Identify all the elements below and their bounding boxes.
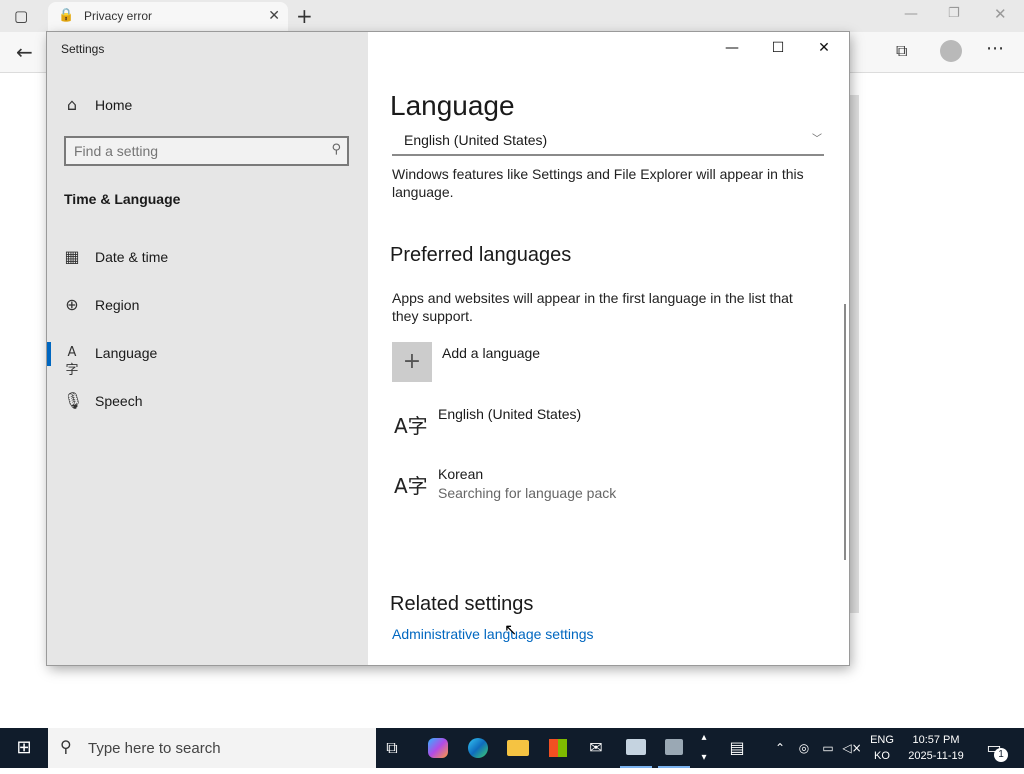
administrative-language-settings-link[interactable]: Administrative language settings xyxy=(392,626,594,642)
microphone-icon: 🎙 xyxy=(63,391,84,410)
page-title: Language xyxy=(390,90,515,121)
sidebar-item-home[interactable]: ⌂ Home xyxy=(47,86,368,126)
globe-icon: ⊕ xyxy=(65,295,79,314)
clock-date: 2025-11-19 xyxy=(908,750,964,762)
find-setting-search[interactable]: ⚲ xyxy=(64,136,349,166)
tab-actions-icon[interactable]: ▢ xyxy=(14,7,28,25)
sidebar-item-label: Speech xyxy=(95,393,143,409)
back-icon[interactable]: ← xyxy=(16,40,33,64)
tab-close-icon[interactable]: ✕ xyxy=(268,8,280,24)
sidebar-item-language[interactable]: A字 Language xyxy=(47,334,368,378)
news-widget-icon[interactable]: ▤ xyxy=(720,728,754,768)
sidebar-home-label: Home xyxy=(95,97,133,113)
window-minimize-button[interactable]: — xyxy=(709,32,755,64)
search-icon: ⚲ xyxy=(60,737,72,756)
window-close-button[interactable]: ✕ xyxy=(801,32,847,64)
browser-close-icon[interactable]: ✕ xyxy=(994,5,1007,23)
taskbar-scroll-icon[interactable]: ▴ ▾ xyxy=(696,728,712,768)
sidebar-item-label: Region xyxy=(95,297,140,313)
chevron-down-icon: ﹀ xyxy=(812,134,822,145)
settings-sidebar: Settings ⌂ Home ⚲ Time & Language ▦ Date… xyxy=(47,32,368,665)
language-name: English (United States) xyxy=(438,406,582,422)
browser-page-scrollbar xyxy=(848,95,859,613)
sidebar-item-region[interactable]: ⊕ Region xyxy=(47,286,368,326)
sidebar-section-heading: Time & Language xyxy=(64,191,181,207)
main-scrollbar[interactable] xyxy=(844,304,846,560)
language-icon: A字 xyxy=(65,345,79,378)
app-icon-2[interactable] xyxy=(658,728,690,768)
lang-top: ENG xyxy=(870,734,894,746)
store-icon[interactable] xyxy=(542,728,574,768)
browser-tab-bar: ▢ 🔒 Privacy error ✕ + — ❐ ✕ xyxy=(0,0,1024,32)
settings-window: Settings ⌂ Home ⚲ Time & Language ▦ Date… xyxy=(47,32,849,665)
sidebar-item-label: Language xyxy=(95,345,158,361)
tab-title: Privacy error xyxy=(84,9,153,23)
sidebar-item-label: Date & time xyxy=(95,249,169,265)
add-language-label: Add a language xyxy=(442,345,541,361)
sidebar-item-date-time[interactable]: ▦ Date & time xyxy=(47,238,368,278)
window-title: Settings xyxy=(61,42,105,56)
app-icon-1[interactable] xyxy=(620,728,652,768)
input-language-indicator[interactable]: ENG KO xyxy=(866,728,898,768)
browser-restore-icon[interactable]: ❐ xyxy=(948,6,960,21)
more-options-icon[interactable]: ⋯ xyxy=(986,38,1004,59)
show-hidden-icons[interactable]: ⌃ xyxy=(770,728,790,768)
mouse-cursor-icon: ↖ xyxy=(504,620,518,639)
calendar-clock-icon: ▦ xyxy=(64,247,80,266)
taskbar: ⊞ ⚲ Type here to search ⧉ ✉ ▴ ▾ ▤ ⌃ ◎ ▭ ◁… xyxy=(0,728,1024,768)
mail-icon[interactable]: ✉ xyxy=(580,728,612,768)
file-explorer-icon[interactable] xyxy=(502,728,534,768)
new-tab-icon[interactable]: + xyxy=(296,4,313,28)
search-input[interactable] xyxy=(74,142,314,160)
language-icon: A字 xyxy=(394,414,428,438)
start-button[interactable]: ⊞ xyxy=(0,728,48,768)
edge-icon[interactable] xyxy=(462,728,494,768)
clock-time: 10:57 PM xyxy=(912,734,960,746)
language-item-english[interactable]: A字 English (United States) xyxy=(392,404,832,454)
collections-icon[interactable]: ⧉ xyxy=(896,41,907,61)
privacy-error-icon: 🔒 xyxy=(58,8,75,23)
home-icon: ⌂ xyxy=(66,95,78,114)
preferred-languages-description: Apps and websites will appear in the fir… xyxy=(392,290,793,324)
notification-badge: 1 xyxy=(994,748,1008,762)
volume-muted-icon[interactable]: ◁× xyxy=(842,728,862,768)
network-icon[interactable]: ▭ xyxy=(818,728,838,768)
related-settings-heading: Related settings xyxy=(390,593,534,615)
task-view-icon[interactable]: ⧉ xyxy=(376,728,408,768)
clock[interactable]: 10:57 PM 2025-11-19 xyxy=(900,728,972,768)
profile-avatar[interactable] xyxy=(940,40,962,62)
add-language-button[interactable]: + Add a language xyxy=(392,342,692,384)
language-item-korean[interactable]: A字 Korean Searching for language pack xyxy=(392,464,832,514)
language-status: Searching for language pack xyxy=(438,485,617,501)
display-language-description: Windows features like Settings and File … xyxy=(392,166,804,200)
window-maximize-button[interactable]: ☐ xyxy=(755,32,801,64)
taskbar-search-placeholder: Type here to search xyxy=(88,740,221,757)
display-language-dropdown[interactable]: English (United States) ﹀ xyxy=(392,128,824,156)
copilot-icon[interactable] xyxy=(422,728,454,768)
preferred-languages-heading: Preferred languages xyxy=(390,244,572,266)
taskbar-search-box[interactable]: ⚲ Type here to search xyxy=(48,728,376,768)
lang-bottom: KO xyxy=(874,750,890,762)
display-language-value: English (United States) xyxy=(404,132,548,148)
meet-now-icon[interactable]: ◎ xyxy=(794,728,814,768)
search-icon: ⚲ xyxy=(331,142,341,157)
language-icon: A字 xyxy=(394,474,428,498)
plus-icon: + xyxy=(392,342,432,382)
settings-main-pane: — ☐ ✕ Language English (United States) ﹀… xyxy=(368,32,849,665)
browser-tab[interactable]: 🔒 Privacy error ✕ xyxy=(48,2,288,32)
browser-minimize-icon[interactable]: — xyxy=(904,6,918,22)
sidebar-item-speech[interactable]: 🎙 Speech xyxy=(47,382,368,422)
language-name: Korean xyxy=(438,466,484,482)
